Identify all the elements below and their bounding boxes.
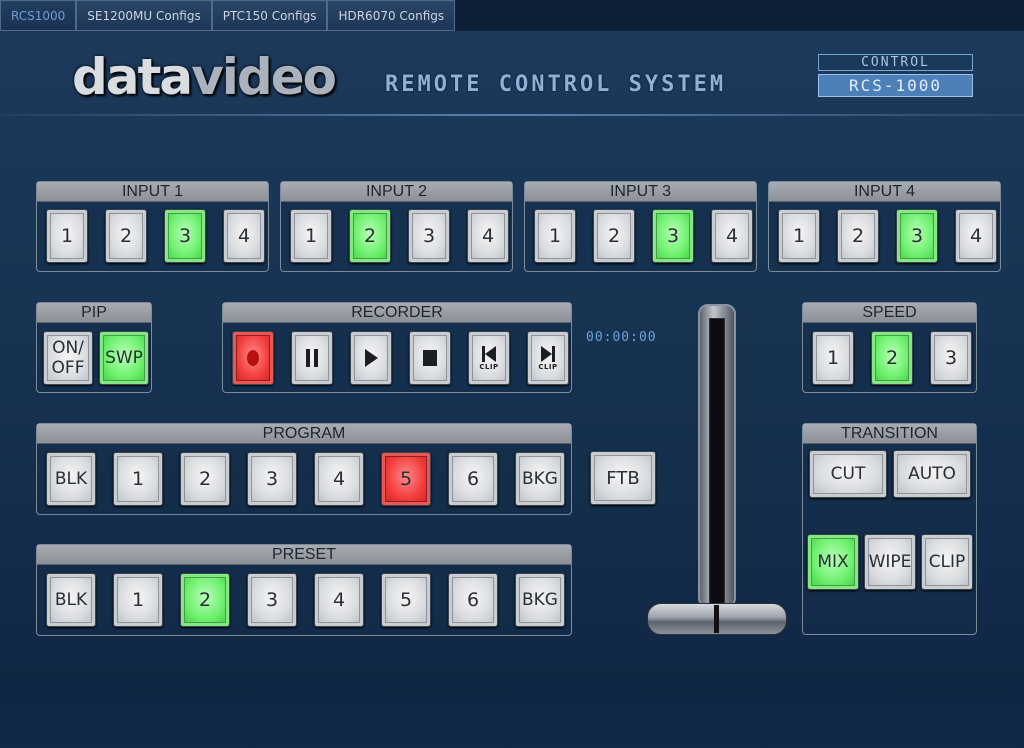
speed-button-1[interactable]: 1 xyxy=(812,331,854,385)
program-button-blk[interactable]: BLK xyxy=(46,452,96,506)
stop-button[interactable] xyxy=(409,331,451,385)
t-bar-slot xyxy=(709,318,725,604)
record-button[interactable] xyxy=(232,331,274,385)
tab-bar: RCS1000 SE1200MU Configs PTC150 Configs … xyxy=(0,0,1024,31)
previous-clip-button[interactable]: CLIP xyxy=(468,331,510,385)
tab-rcs1000[interactable]: RCS1000 xyxy=(0,0,77,31)
cut-button[interactable]: CUT xyxy=(809,450,887,498)
panel-title: TRANSITION xyxy=(803,424,976,444)
model-label: RCS-1000 xyxy=(818,74,973,97)
input-3-button-4[interactable]: 4 xyxy=(711,209,753,263)
input-4-button-1[interactable]: 1 xyxy=(778,209,820,263)
preset-button-6[interactable]: 6 xyxy=(448,573,498,627)
panel-title: INPUT 3 xyxy=(525,182,756,202)
datavideo-logo: datavideo xyxy=(72,48,337,106)
preset-button-2[interactable]: 2 xyxy=(180,573,230,627)
logo-part-data: data xyxy=(72,48,193,106)
t-bar-grip xyxy=(714,605,719,633)
on-off-line-1: ON/ xyxy=(52,338,84,358)
program-button-2[interactable]: 2 xyxy=(180,452,230,506)
preset-button-3[interactable]: 3 xyxy=(247,573,297,627)
input-4-button-3[interactable]: 3 xyxy=(896,209,938,263)
transition-panel: TRANSITION CUT AUTO MIX WIPE CLIP xyxy=(802,423,977,635)
input-3-panel: INPUT 3 1 2 3 4 xyxy=(524,181,757,272)
clip-label: CLIP xyxy=(538,362,558,371)
panel-title: PIP xyxy=(37,303,151,323)
pip-swap-button[interactable]: SWP xyxy=(99,331,149,385)
pip-panel: PIP ON/OFF SWP xyxy=(36,302,152,393)
program-button-1[interactable]: 1 xyxy=(113,452,163,506)
input-1-button-2[interactable]: 2 xyxy=(105,209,147,263)
input-4-panel: INPUT 4 1 2 3 4 xyxy=(768,181,1001,272)
input-1-button-1[interactable]: 1 xyxy=(46,209,88,263)
ftb-button[interactable]: FTB xyxy=(590,451,656,505)
input-3-button-3[interactable]: 3 xyxy=(652,209,694,263)
pause-button[interactable] xyxy=(291,331,333,385)
record-icon xyxy=(233,332,273,384)
speed-button-2[interactable]: 2 xyxy=(871,331,913,385)
input-2-button-3[interactable]: 3 xyxy=(408,209,450,263)
input-2-panel: INPUT 2 1 2 3 4 xyxy=(280,181,513,272)
panel-title: INPUT 1 xyxy=(37,182,268,202)
previous-clip-icon xyxy=(482,345,496,362)
input-2-button-4[interactable]: 4 xyxy=(467,209,509,263)
preset-button-5[interactable]: 5 xyxy=(381,573,431,627)
program-button-5[interactable]: 5 xyxy=(381,452,431,506)
system-title: REMOTE CONTROL SYSTEM xyxy=(385,72,727,97)
next-clip-icon xyxy=(541,345,555,362)
program-button-6[interactable]: 6 xyxy=(448,452,498,506)
panel-title: SPEED xyxy=(803,303,976,323)
tab-hdr6070-configs[interactable]: HDR6070 Configs xyxy=(327,0,456,31)
input-4-button-4[interactable]: 4 xyxy=(955,209,997,263)
input-1-button-4[interactable]: 4 xyxy=(223,209,265,263)
control-label: CONTROL xyxy=(818,54,973,71)
tab-se1200mu-configs[interactable]: SE1200MU Configs xyxy=(76,0,212,31)
wipe-button[interactable]: WIPE xyxy=(864,534,916,590)
clip-button[interactable]: CLIP xyxy=(921,534,973,590)
pip-on-off-label: ON/OFF xyxy=(52,338,85,378)
input-1-button-3[interactable]: 3 xyxy=(164,209,206,263)
pip-on-off-button[interactable]: ON/OFF xyxy=(43,331,93,385)
bottom-band xyxy=(0,690,1024,748)
pause-icon xyxy=(292,332,332,384)
preset-button-blk[interactable]: BLK xyxy=(46,573,96,627)
next-clip-button[interactable]: CLIP xyxy=(527,331,569,385)
panel-title: PROGRAM xyxy=(37,424,571,444)
header-divider xyxy=(0,114,1024,116)
panel-title: INPUT 2 xyxy=(281,182,512,202)
preset-button-bkg[interactable]: BKG xyxy=(515,573,565,627)
preset-button-1[interactable]: 1 xyxy=(113,573,163,627)
mix-button[interactable]: MIX xyxy=(807,534,859,590)
clip-label: CLIP xyxy=(479,362,499,371)
play-icon xyxy=(351,332,391,384)
recorder-panel: RECORDER CLIP CLIP xyxy=(222,302,572,393)
speed-panel: SPEED 1 2 3 xyxy=(802,302,977,393)
input-3-button-2[interactable]: 2 xyxy=(593,209,635,263)
logo-part-video: video xyxy=(191,48,337,106)
program-button-3[interactable]: 3 xyxy=(247,452,297,506)
input-2-button-2[interactable]: 2 xyxy=(349,209,391,263)
program-button-bkg[interactable]: BKG xyxy=(515,452,565,506)
speed-button-3[interactable]: 3 xyxy=(930,331,972,385)
auto-button[interactable]: AUTO xyxy=(893,450,971,498)
input-1-panel: INPUT 1 1 2 3 4 xyxy=(36,181,269,272)
program-button-4[interactable]: 4 xyxy=(314,452,364,506)
recorder-timecode: 00:00:00 xyxy=(586,330,657,345)
program-panel: PROGRAM BLK 1 2 3 4 5 6 BKG xyxy=(36,423,572,515)
input-4-button-2[interactable]: 2 xyxy=(837,209,879,263)
play-button[interactable] xyxy=(350,331,392,385)
tab-ptc150-configs[interactable]: PTC150 Configs xyxy=(211,0,328,31)
panel-title: RECORDER xyxy=(223,303,571,323)
preset-panel: PRESET BLK 1 2 3 4 5 6 BKG xyxy=(36,544,572,636)
input-3-button-1[interactable]: 1 xyxy=(534,209,576,263)
panel-title: PRESET xyxy=(37,545,571,565)
input-2-button-1[interactable]: 1 xyxy=(290,209,332,263)
on-off-line-2: OFF xyxy=(51,358,85,378)
preset-button-4[interactable]: 4 xyxy=(314,573,364,627)
stop-icon xyxy=(410,332,450,384)
panel-title: INPUT 4 xyxy=(769,182,1000,202)
